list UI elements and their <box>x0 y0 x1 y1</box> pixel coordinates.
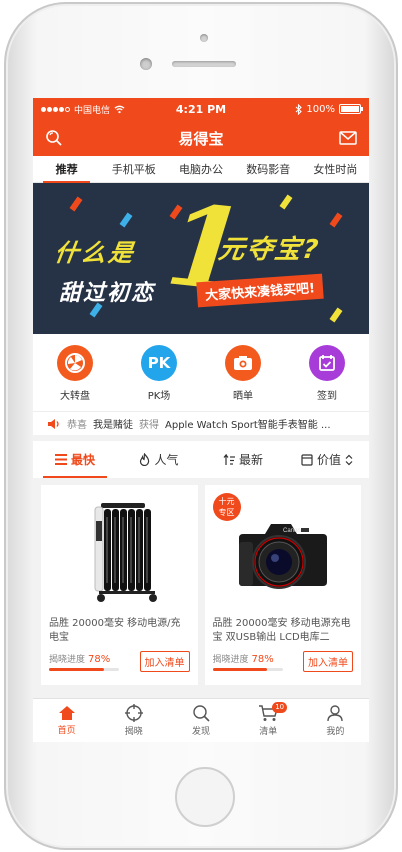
product-card[interactable]: 十元 专区 Canon 品胜 20000毫安 移动电源充电宝 双USB输出 LC… <box>204 485 361 685</box>
app-title: 易得宝 <box>178 129 224 148</box>
target-icon <box>124 704 143 722</box>
add-to-list-button[interactable]: 加入清单 <box>303 651 353 672</box>
quick-pk-label: PK场 <box>147 391 171 402</box>
quick-pk[interactable]: PK PK场 <box>141 345 177 402</box>
tab-recommend[interactable]: 推荐 <box>33 156 100 183</box>
tabbar-mine[interactable]: 我的 <box>302 699 369 742</box>
progress-bar <box>212 668 283 671</box>
front-camera <box>140 58 152 70</box>
progress-bar <box>49 668 119 671</box>
quick-wheel-label: 大转盘 <box>60 391 90 402</box>
home-icon <box>58 706 75 720</box>
sort-toggle-icon <box>345 454 353 465</box>
tabbar-mine-label: 我的 <box>326 727 345 737</box>
promo-banner[interactable]: 什么是 1 元夺宝? 甜过初恋 大家快来凑钱买吧! <box>33 183 369 334</box>
sort-value[interactable]: 价值 <box>285 441 369 478</box>
sort-fastest-label: 最快 <box>70 453 95 467</box>
battery-percent: 100% <box>306 103 335 115</box>
list-icon <box>54 454 67 465</box>
sort-bar: 最快 人气 最新 价值 <box>33 441 369 478</box>
sort-newest-label: 最新 <box>238 453 263 467</box>
notice-product: Apple Watch Sport智能手表智能 ... <box>165 420 331 431</box>
speaker-icon <box>48 418 59 429</box>
quick-wheel[interactable]: 大转盘 <box>57 345 93 402</box>
progress-percent: 78% <box>88 654 111 665</box>
product-name: 品胜 20000毫安 移动电源/充电宝 <box>49 618 181 643</box>
banner-line1: 什么是 <box>52 239 138 267</box>
progress-percent: 78% <box>251 654 274 665</box>
tabbar-reveal-label: 揭晓 <box>124 727 143 737</box>
status-bar: 中国电信 4:21 PM 100% <box>33 98 369 120</box>
wheel-icon <box>57 345 93 381</box>
bottom-tab-bar: 首页 揭晓 发现 10 清单 我的 <box>33 698 369 742</box>
search-icon <box>193 705 210 722</box>
mail-icon[interactable] <box>339 131 357 145</box>
product-image-heater <box>49 493 190 611</box>
user-icon <box>327 705 344 722</box>
wifi-icon <box>114 105 125 113</box>
sort-newest[interactable]: 最新 <box>201 441 285 478</box>
signal-icon <box>41 106 70 112</box>
tab-fashion[interactable]: 女性时尚 <box>302 156 369 183</box>
product-card[interactable]: 品胜 20000毫安 移动电源/充电宝 揭晓进度 78% 加入清单 <box>41 485 198 685</box>
speaker <box>172 61 236 67</box>
tab-digital[interactable]: 数码影音 <box>235 156 302 183</box>
pk-icon: PK <box>141 345 177 381</box>
badge-line1: 十元 <box>218 497 235 506</box>
sort-value-label: 价值 <box>316 453 341 467</box>
home-button[interactable] <box>175 767 235 827</box>
product-grid: 品胜 20000毫安 移动电源/充电宝 揭晓进度78% 加入清单 十元 专区 <box>33 478 369 692</box>
ten-yuan-badge: 十元 专区 <box>212 493 241 521</box>
bluetooth-icon <box>296 103 303 115</box>
badge-line2: 专区 <box>218 508 235 517</box>
notice-user: 我是赌徒 <box>93 420 133 431</box>
tabbar-cart[interactable]: 10 清单 <box>235 699 302 742</box>
tabbar-reveal[interactable]: 揭晓 <box>100 699 167 742</box>
quick-share-label: 晒单 <box>233 391 253 402</box>
svg-text:Canon: Canon <box>283 528 301 534</box>
checkin-icon <box>309 345 345 381</box>
search-icon[interactable] <box>45 129 63 147</box>
notice-verb: 获得 <box>139 420 159 431</box>
sort-popular[interactable]: 人气 <box>117 441 201 478</box>
quick-checkin-label: 签到 <box>317 391 337 402</box>
camera-icon <box>225 345 261 381</box>
category-tabs: 推荐 手机平板 电脑办公 数码影音 女性时尚 <box>33 156 369 183</box>
winner-notice[interactable]: 恭喜 我是赌徒 获得 Apple Watch Sport智能手表智能 ... <box>33 411 369 435</box>
sensor <box>200 34 208 42</box>
wallet-icon <box>301 453 313 466</box>
carrier: 中国电信 <box>74 105 111 116</box>
cart-count-badge: 10 <box>272 702 288 713</box>
flame-icon <box>140 453 150 466</box>
progress-label: 揭晓进度 <box>212 655 249 665</box>
tabbar-cart-label: 清单 <box>259 727 278 737</box>
banner-line3: 甜过初恋 <box>59 281 156 306</box>
sort-popular-label: 人气 <box>154 453 179 467</box>
notice-prefix: 恭喜 <box>67 420 87 431</box>
quick-checkin[interactable]: 签到 <box>309 345 345 402</box>
screen: 中国电信 4:21 PM 100% 易得宝 推荐 手机平板 电脑办公 数码影音 … <box>33 98 369 742</box>
progress-label: 揭晓进度 <box>49 655 86 665</box>
nav-bar: 易得宝 <box>33 120 369 156</box>
sort-fastest[interactable]: 最快 <box>33 441 117 478</box>
product-name: 品胜 20000毫安 移动电源充电宝 双USB输出 LCD电库二 <box>212 618 351 643</box>
tabbar-discover[interactable]: 发现 <box>167 699 234 742</box>
banner-line2: 元夺宝? <box>216 235 322 265</box>
tab-phones[interactable]: 手机平板 <box>100 156 167 183</box>
sort-up-icon <box>223 453 235 465</box>
battery-icon <box>339 104 363 114</box>
quick-share[interactable]: 晒单 <box>225 345 261 402</box>
tabbar-discover-label: 发现 <box>192 727 211 737</box>
tabbar-home-label: 首页 <box>57 726 76 736</box>
add-to-list-button[interactable]: 加入清单 <box>139 651 190 672</box>
tabbar-home[interactable]: 首页 <box>33 699 100 742</box>
quick-entries: 大转盘 PK PK场 晒单 签到 <box>33 334 369 411</box>
tab-computers[interactable]: 电脑办公 <box>167 156 234 183</box>
